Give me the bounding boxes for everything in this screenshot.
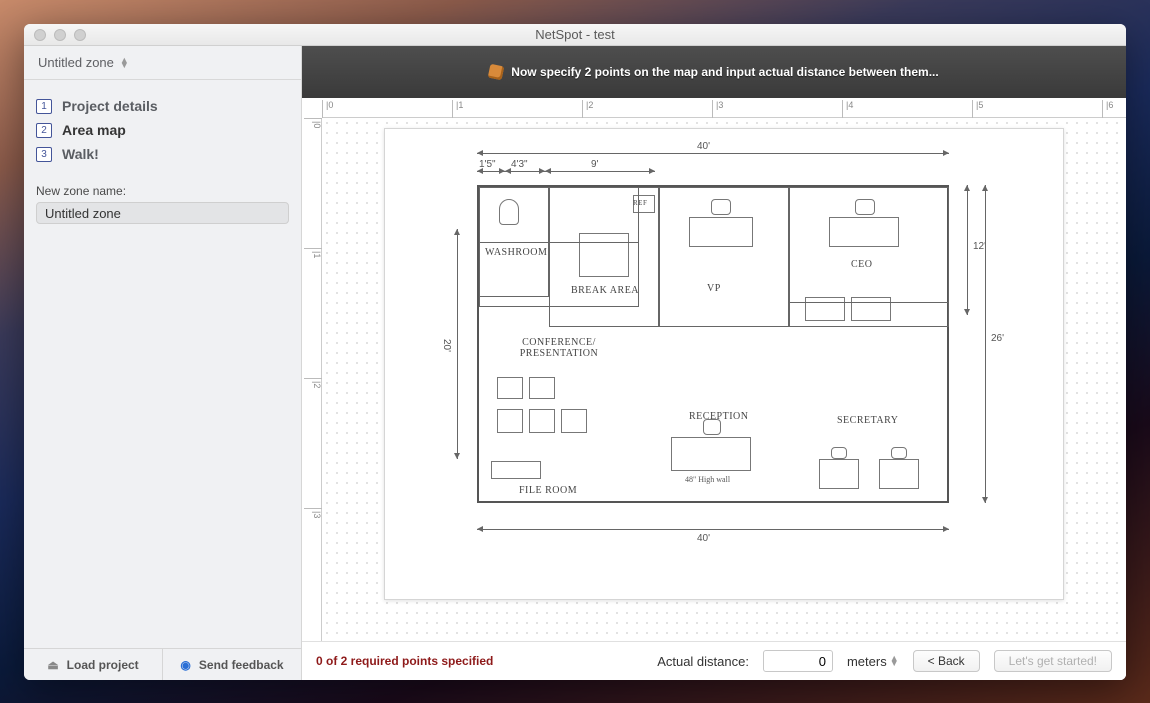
step-number: 2 [36,123,52,138]
ruler-tick: |1 [304,248,322,258]
window-body: Untitled zone ▲▼ 1 Project details 2 Are… [24,46,1126,680]
dim-line [985,185,986,503]
zone-selector[interactable]: Untitled zone ▲▼ [24,46,301,80]
load-project-button[interactable]: ⏏ Load project [24,649,163,680]
unit-selector[interactable]: meters ▲▼ [847,654,899,669]
chair-icon [529,377,555,399]
desk-icon [879,459,919,489]
bottom-toolbar: 0 of 2 required points specified Actual … [302,642,1126,680]
dim-line [477,529,949,530]
chair-icon [497,377,523,399]
ruler-tick: |6 [1102,100,1113,118]
zone-name-label: New zone name: [36,184,289,198]
step-label: Project details [62,98,158,114]
chair-icon [891,447,907,459]
app-window: NetSpot - test Untitled zone ▲▼ 1 Projec… [24,24,1126,680]
chair-icon [497,409,523,433]
note-label: 48" High wall [685,475,730,484]
ruler-tick: |4 [842,100,853,118]
room-label: File Room [519,485,577,496]
chair-icon [561,409,587,433]
dim-line [457,229,458,459]
chair-icon [711,199,731,215]
desk-icon [671,437,751,471]
ruler-tick: |1 [452,100,463,118]
dim-label: 26' [991,333,1004,344]
chair-icon [529,409,555,433]
actual-distance-label: Actual distance: [657,654,749,669]
step-project-details[interactable]: 1 Project details [36,94,289,118]
step-walk[interactable]: 3 Walk! [36,142,289,166]
dim-label: 20' [441,339,452,352]
ruler-tick: |3 [712,100,723,118]
dim-line [477,153,949,154]
back-button[interactable]: < Back [913,650,980,672]
dim-line [967,185,968,315]
desk-icon [819,459,859,489]
step-label: Area map [62,122,126,138]
cookie-icon [488,64,505,81]
dim-label: 40' [697,533,710,544]
room-secretary [789,187,949,303]
zone-selector-label: Untitled zone [38,55,114,70]
ruler-tick: |2 [582,100,593,118]
dim-label: 1'5" [479,159,496,170]
chair-icon [703,419,721,435]
dim-label: 4'3" [511,159,528,170]
floorplan-outline: Washroom REF Break Area VP [477,185,949,503]
step-area-map[interactable]: 2 Area map [36,118,289,142]
room-file [479,187,639,243]
zone-name-input[interactable] [36,202,289,224]
instruction-banner: Now specify 2 points on the map and inpu… [302,46,1126,98]
zone-name-block: New zone name: [24,174,301,234]
steps-list: 1 Project details 2 Area map 3 Walk! [24,80,301,174]
room-label: VP [707,283,721,294]
dim-line [545,171,655,172]
ruler-tick: |0 [304,118,322,128]
send-feedback-button[interactable]: ◉ Send feedback [163,649,301,680]
map-canvas[interactable]: |0 |1 |2 |3 |4 |5 |6 |0 |1 |2 |3 [302,98,1126,642]
banner-text: Now specify 2 points on the map and inpu… [511,65,938,79]
ruler-tick: |2 [304,378,322,388]
ruler-vertical: |0 |1 |2 |3 [302,118,322,641]
ruler-tick: |5 [972,100,983,118]
send-feedback-label: Send feedback [199,658,284,672]
points-status: 0 of 2 required points specified [316,654,493,668]
dim-line [477,171,505,172]
room-label: Conference/ Presentation [499,337,619,359]
load-project-label: Load project [67,658,139,672]
floorplan-image: 40' 1'5" 4'3" 9' 12' 26' 20' [384,128,1064,600]
step-number: 1 [36,99,52,114]
updown-icon: ▲▼ [120,58,129,68]
dim-label: 40' [697,141,710,152]
ruler-horizontal: |0 |1 |2 |3 |4 |5 |6 [322,98,1126,118]
sidebar-bottom: ⏏ Load project ◉ Send feedback [24,648,301,680]
dim-line [505,171,545,172]
updown-icon: ▲▼ [890,656,899,666]
ruler-tick: |3 [304,508,322,518]
ruler-tick: |0 [322,100,333,118]
start-button[interactable]: Let's get started! [994,650,1112,672]
unit-label: meters [847,654,887,669]
step-number: 3 [36,147,52,162]
window-title: NetSpot - test [24,27,1126,42]
chair-icon [831,447,847,459]
step-label: Walk! [62,146,99,162]
eject-icon: ⏏ [47,658,58,672]
sidebar: Untitled zone ▲▼ 1 Project details 2 Are… [24,46,302,680]
room-label: Secretary [837,415,899,426]
dim-label: 9' [591,159,598,170]
titlebar: NetSpot - test [24,24,1126,46]
desk-icon [689,217,753,247]
distance-input[interactable] [763,650,833,672]
feedback-icon: ◉ [180,658,190,672]
cabinet-icon [491,461,541,479]
main-area: Now specify 2 points on the map and inpu… [302,46,1126,680]
